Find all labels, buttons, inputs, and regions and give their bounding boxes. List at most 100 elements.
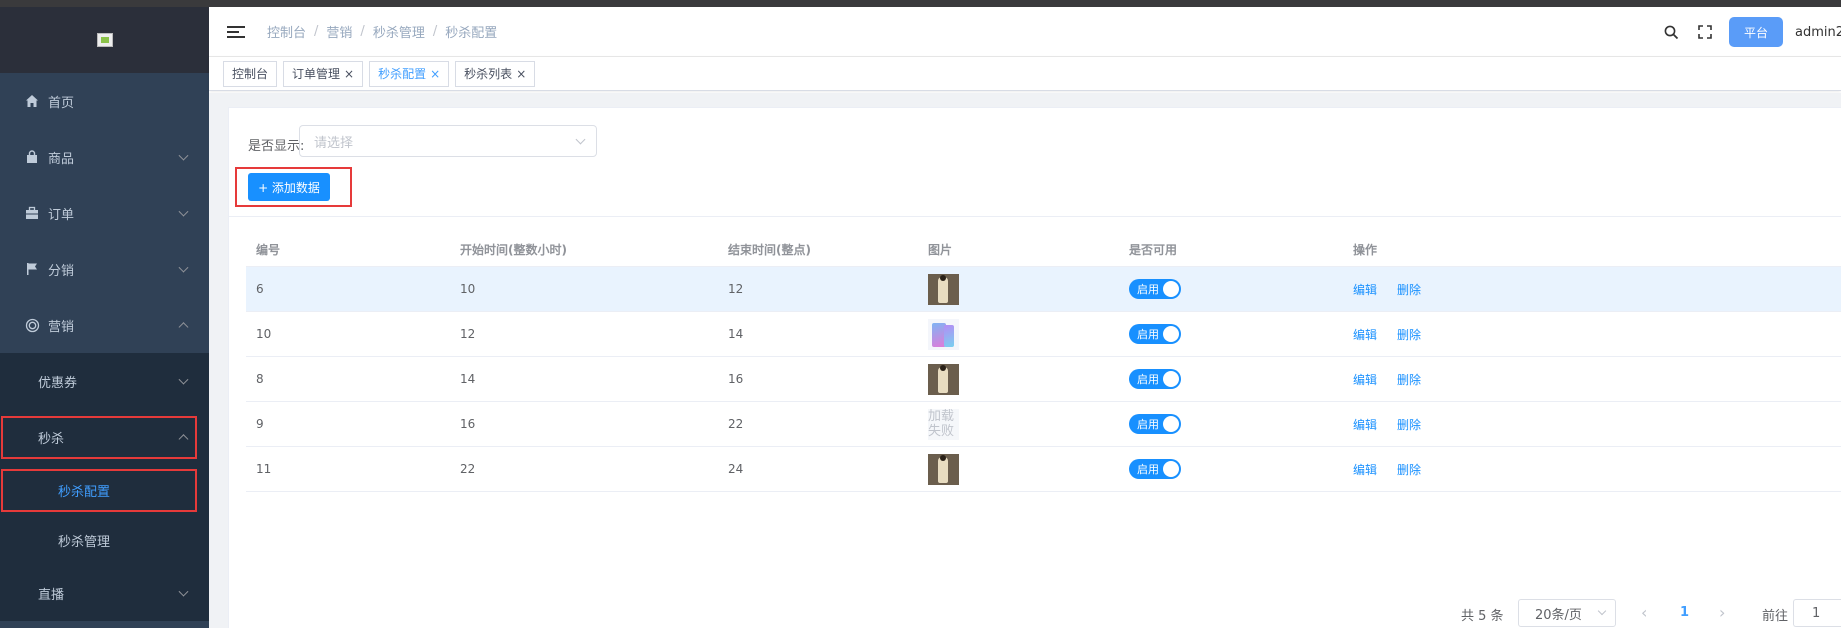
hamburger-icon[interactable] — [227, 23, 245, 41]
switch-knob — [1163, 371, 1179, 387]
switch-label: 启用 — [1137, 283, 1159, 296]
platform-button[interactable]: 平台 — [1729, 17, 1783, 47]
tag-order-manage[interactable]: 订单管理 × — [283, 60, 364, 87]
content-area: 是否显示: 请选择 + 添加数据 编号 开始时间(整数小时) 结束时间(整点) … — [209, 93, 1841, 628]
tag-dashboard[interactable]: 控制台 — [223, 60, 278, 87]
product-thumbnail[interactable] — [928, 363, 959, 395]
breadcrumb-item[interactable]: 营销 — [326, 22, 352, 41]
switch-label: 启用 — [1137, 373, 1159, 386]
delete-button[interactable]: 删除 — [1397, 373, 1421, 387]
cell-end: 24 — [728, 462, 744, 476]
goto-label: 前往 — [1762, 609, 1789, 624]
delete-button[interactable]: 删除 — [1397, 463, 1421, 477]
image-load-failed[interactable]: 加载失败 — [928, 408, 959, 440]
logo[interactable] — [0, 7, 209, 73]
product-thumbnail[interactable] — [928, 318, 959, 350]
sidebar-item-orders[interactable]: 订单 — [0, 185, 209, 241]
enable-switch[interactable]: 启用 — [1129, 279, 1181, 299]
goto-page-input[interactable]: 1 — [1793, 599, 1841, 627]
chevron-down-icon — [178, 586, 189, 597]
chevron-down-icon — [178, 150, 189, 161]
column-header: 是否可用 — [1129, 243, 1178, 257]
main-area: 控制台 / 营销 / 秒杀管理 / 秒杀配置 平台 admin2 控制台 订单管… — [209, 7, 1841, 628]
tag-seckill-list[interactable]: 秒杀列表 × — [455, 60, 536, 87]
highlight-seckill-config — [1, 469, 197, 512]
column-header: 操作 — [1353, 243, 1378, 257]
pagination-total: 共 5 条 — [1461, 609, 1504, 624]
edit-button[interactable]: 编辑 — [1353, 328, 1377, 342]
navbar: 控制台 / 营销 / 秒杀管理 / 秒杀配置 平台 admin2 — [209, 7, 1841, 57]
cell-start: 12 — [460, 327, 476, 341]
cell-id: 10 — [256, 327, 272, 341]
enable-switch[interactable]: 启用 — [1129, 414, 1181, 434]
breadcrumb-separator: / — [432, 24, 438, 39]
user-name[interactable]: admin2 — [1795, 25, 1841, 40]
pagination: 共 5 条 20条/页 ‹ 1 › 前往 1 — [0, 599, 1841, 627]
table-row: 11 22 24 启用 编辑 删除 — [246, 447, 1841, 492]
switch-knob — [1163, 461, 1179, 477]
sidebar-item-distribution[interactable]: 分销 — [0, 241, 209, 297]
sidebar-item-marketing[interactable]: 营销 — [0, 297, 209, 353]
sidebar-item-label: 优惠券 — [38, 375, 78, 391]
switch-label: 启用 — [1137, 418, 1159, 431]
broken-image-icon — [96, 33, 113, 47]
switch-label: 启用 — [1137, 328, 1159, 341]
next-page-icon[interactable]: › — [1719, 603, 1725, 622]
navbar-right: 平台 admin2 — [1661, 7, 1841, 57]
chevron-down-icon — [1597, 606, 1607, 616]
highlight-add-button — [235, 167, 352, 207]
edit-button[interactable]: 编辑 — [1353, 283, 1377, 297]
cell-start: 10 — [460, 282, 476, 296]
cell-actions: 编辑 删除 — [1343, 371, 1643, 388]
cell-image — [918, 318, 1119, 350]
sidebar-item-label: 首页 — [48, 95, 75, 111]
cell-start: 14 — [460, 372, 476, 386]
enable-switch[interactable]: 启用 — [1129, 459, 1181, 479]
chevron-up-icon — [178, 322, 189, 333]
bag-icon — [24, 149, 40, 165]
fullscreen-icon[interactable] — [1695, 22, 1715, 42]
enable-switch[interactable]: 启用 — [1129, 369, 1181, 389]
sidebar-item-home[interactable]: 首页 — [0, 73, 209, 129]
sidebar-item-coupon[interactable]: 优惠券 — [0, 353, 209, 409]
sidebar-item-seckill-manage[interactable]: 秒杀管理 — [0, 515, 209, 565]
page-size-select[interactable]: 20条/页 — [1518, 599, 1616, 627]
cell-actions: 编辑 删除 — [1343, 326, 1643, 343]
delete-button[interactable]: 删除 — [1397, 418, 1421, 432]
cell-start: 16 — [460, 417, 476, 431]
cell-image — [918, 363, 1119, 395]
delete-button[interactable]: 删除 — [1397, 328, 1421, 342]
prev-page-icon[interactable]: ‹ — [1641, 603, 1647, 622]
page-size-value: 20条/页 — [1535, 607, 1582, 623]
tag-seckill-config[interactable]: 秒杀配置 × — [369, 60, 450, 87]
close-icon[interactable]: × — [430, 67, 440, 81]
product-thumbnail[interactable] — [928, 453, 959, 485]
breadcrumb-separator: / — [360, 24, 365, 39]
page-number[interactable]: 1 — [1680, 605, 1689, 620]
highlight-seckill — [1, 416, 197, 459]
edit-button[interactable]: 编辑 — [1353, 463, 1377, 477]
breadcrumb-item[interactable]: 控制台 — [267, 22, 306, 41]
edit-button[interactable]: 编辑 — [1353, 418, 1377, 432]
cell-end: 16 — [728, 372, 744, 386]
sidebar-item-goods[interactable]: 商品 — [0, 129, 209, 185]
breadcrumb-item[interactable]: 秒杀管理 — [373, 22, 425, 41]
close-icon[interactable]: × — [344, 67, 354, 81]
enable-switch[interactable]: 启用 — [1129, 324, 1181, 344]
visibility-select[interactable]: 请选择 — [299, 125, 597, 157]
close-icon[interactable]: × — [516, 67, 526, 81]
switch-label: 启用 — [1137, 463, 1159, 476]
tag-label: 秒杀列表 — [464, 67, 513, 81]
content-card: 是否显示: 请选择 + 添加数据 编号 开始时间(整数小时) 结束时间(整点) … — [228, 107, 1841, 628]
cell-end: 12 — [728, 282, 744, 296]
breadcrumb-item: 秒杀配置 — [445, 26, 498, 41]
cell-image: 加载失败 — [918, 408, 1119, 440]
product-thumbnail[interactable] — [928, 273, 959, 305]
search-icon[interactable] — [1661, 22, 1681, 42]
edit-button[interactable]: 编辑 — [1353, 373, 1377, 387]
table-row: 8 14 16 启用 编辑 删除 — [246, 357, 1841, 402]
table-row: 9 16 22 加载失败 启用 编辑 删除 — [246, 402, 1841, 447]
delete-button[interactable]: 删除 — [1397, 283, 1421, 297]
tag-label: 秒杀配置 — [378, 67, 427, 81]
tag-label: 订单管理 — [292, 67, 341, 81]
